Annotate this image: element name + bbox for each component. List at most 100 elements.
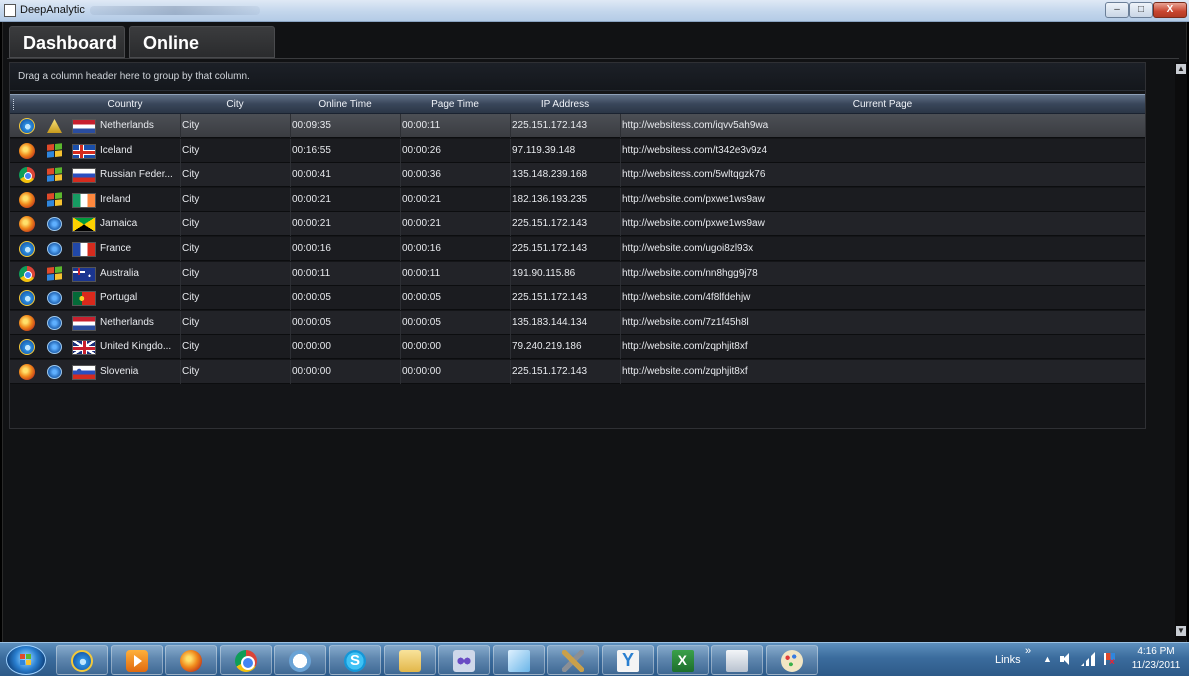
action-center-flag-icon[interactable] (1102, 652, 1116, 668)
taskbar-tools-button[interactable] (547, 645, 600, 675)
os-win7-icon (47, 315, 62, 330)
taskbar-expression-button[interactable] (602, 645, 654, 675)
group-by-panel[interactable]: Drag a column header here to group by th… (10, 63, 1145, 91)
cell-ip: 225.151.172.143 (512, 218, 588, 230)
cell-current-page: http://websitess.com/t342e3v9z4 (622, 144, 768, 156)
column-header-page-time[interactable]: Page Time (400, 95, 510, 114)
tab-dashboard[interactable]: Dashboard (9, 26, 125, 58)
start-button[interactable] (6, 645, 46, 675)
column-header-online-time[interactable]: Online Time (290, 95, 400, 114)
country-flag-icon (72, 119, 96, 134)
taskbar-firefox-button[interactable] (165, 645, 218, 675)
column-separator (510, 237, 511, 261)
country-flag-icon (72, 168, 96, 184)
column-header-city[interactable]: City (180, 95, 290, 114)
column-separator (510, 187, 511, 212)
table-row[interactable]: United Kingdo... City 00:00:00 00:00:00 79.2… (10, 335, 1145, 360)
os-windows-icon (47, 142, 62, 159)
column-separator (510, 261, 511, 286)
header-grip[interactable] (13, 99, 15, 110)
country-flag-icon (72, 291, 96, 307)
column-separator (180, 360, 181, 384)
taskbar-chrome-button[interactable] (219, 645, 272, 675)
os-win7-icon (47, 340, 62, 355)
document-icon (507, 650, 530, 672)
os-windows-icon (47, 265, 62, 282)
column-separator (180, 114, 181, 138)
cell-ip: 79.240.219.186 (512, 341, 582, 353)
table-row[interactable]: Jamaica City 00:00:21 00:00:21 225.151.172.1… (10, 212, 1145, 237)
vertical-scrollbar[interactable]: ▲ ▼ (1175, 62, 1187, 640)
taskbar-paint-button[interactable] (765, 645, 818, 675)
cell-online-time: 00:00:16 (292, 243, 331, 254)
country-flag-icon (72, 192, 96, 208)
column-separator (620, 360, 621, 384)
network-icon[interactable] (1081, 652, 1095, 666)
cell-city: City (182, 144, 200, 156)
column-separator (400, 360, 401, 384)
browser-firefox-icon (19, 142, 35, 159)
column-separator (400, 286, 401, 311)
table-row[interactable]: Slovenia City 00:00:00 00:00:00 225.151.172.… (10, 360, 1145, 384)
column-header-country[interactable]: Country (70, 95, 180, 114)
cell-current-page: http://website.com/7z1f45h8l (622, 316, 749, 328)
cell-online-time: 00:00:21 (292, 193, 331, 205)
scroll-down-arrow[interactable]: ▼ (1176, 626, 1186, 636)
table-row[interactable]: Portugal City 00:00:05 00:00:05 225.151.172.… (10, 286, 1145, 311)
taskbar-calculator-button[interactable] (711, 645, 764, 675)
close-button[interactable]: X (1153, 2, 1187, 18)
taskbar-google-talk-button[interactable] (274, 645, 327, 675)
scroll-up-arrow[interactable]: ▲ (1176, 64, 1186, 74)
browser-ie-icon (19, 290, 35, 307)
cell-online-time: 00:16:55 (292, 144, 331, 156)
os-win7-icon (47, 291, 62, 306)
column-separator (180, 335, 181, 360)
column-separator (290, 212, 291, 237)
table-row[interactable]: France City 00:00:16 00:00:16 225.151.172.14… (10, 237, 1145, 261)
show-hidden-icons-icon[interactable]: ▲ (1043, 654, 1052, 664)
cell-city: City (182, 267, 200, 279)
column-separator (400, 335, 401, 360)
table-row[interactable]: Russian Feder... City 00:00:41 00:00:36 135.… (10, 163, 1145, 188)
taskbar-ie-button[interactable] (56, 645, 108, 675)
table-row[interactable]: Netherlands City 00:09:35 00:00:11 225.151.1… (10, 114, 1145, 138)
cell-current-page: http://website.com/ugoi8zl93x (622, 243, 754, 254)
tab-online-visitors[interactable]: Online Visitors (129, 26, 275, 85)
column-header-current-page[interactable]: Current Page (620, 95, 1145, 114)
taskbar-excel-button[interactable] (656, 645, 709, 675)
cell-country: Netherlands (100, 120, 154, 131)
column-separator (180, 310, 181, 335)
cell-city: City (182, 316, 200, 328)
excel-icon (671, 650, 694, 672)
volume-icon[interactable] (1059, 652, 1073, 666)
browser-chrome-icon (19, 265, 35, 282)
taskbar-document-button[interactable] (492, 645, 545, 675)
browser-ie-icon (19, 241, 35, 257)
links-chevron-icon[interactable]: » (1025, 645, 1031, 657)
clock-time[interactable]: 4:16 PM (1128, 646, 1184, 657)
country-flag-icon (72, 315, 96, 331)
blurred-title-region (90, 6, 260, 15)
links-toolbar-label[interactable]: Links (995, 654, 1021, 666)
taskbar-visual-studio-button[interactable] (438, 645, 491, 675)
browser-firefox-icon (19, 314, 35, 331)
table-row[interactable]: Australia City 00:00:11 00:00:11 191.90.115.… (10, 261, 1145, 286)
table-row[interactable]: Netherlands City 00:00:05 00:00:05 135.183.1… (10, 310, 1145, 335)
cell-country: France (100, 243, 132, 254)
column-separator (620, 114, 621, 138)
table-row[interactable]: Ireland City 00:00:21 00:00:21 182.136.193.2… (10, 187, 1145, 212)
minimize-button[interactable]: – (1105, 2, 1129, 18)
cell-city: City (182, 218, 200, 230)
cell-ip: 225.151.172.143 (512, 120, 588, 131)
taskbar-skype-button[interactable] (329, 645, 381, 675)
column-header-ip-address[interactable]: IP Address (510, 95, 620, 114)
column-separator (510, 212, 511, 237)
column-separator (400, 138, 401, 163)
taskbar-folder-button[interactable] (383, 645, 436, 675)
clock-date[interactable]: 11/23/2011 (1128, 660, 1184, 671)
maximize-button[interactable]: □ (1129, 2, 1153, 18)
cell-ip: 225.151.172.143 (512, 292, 588, 304)
column-separator (400, 212, 401, 237)
taskbar-media-player-button[interactable] (110, 645, 163, 675)
table-row[interactable]: Iceland City 00:16:55 00:00:26 97.119.39.148… (10, 138, 1145, 163)
